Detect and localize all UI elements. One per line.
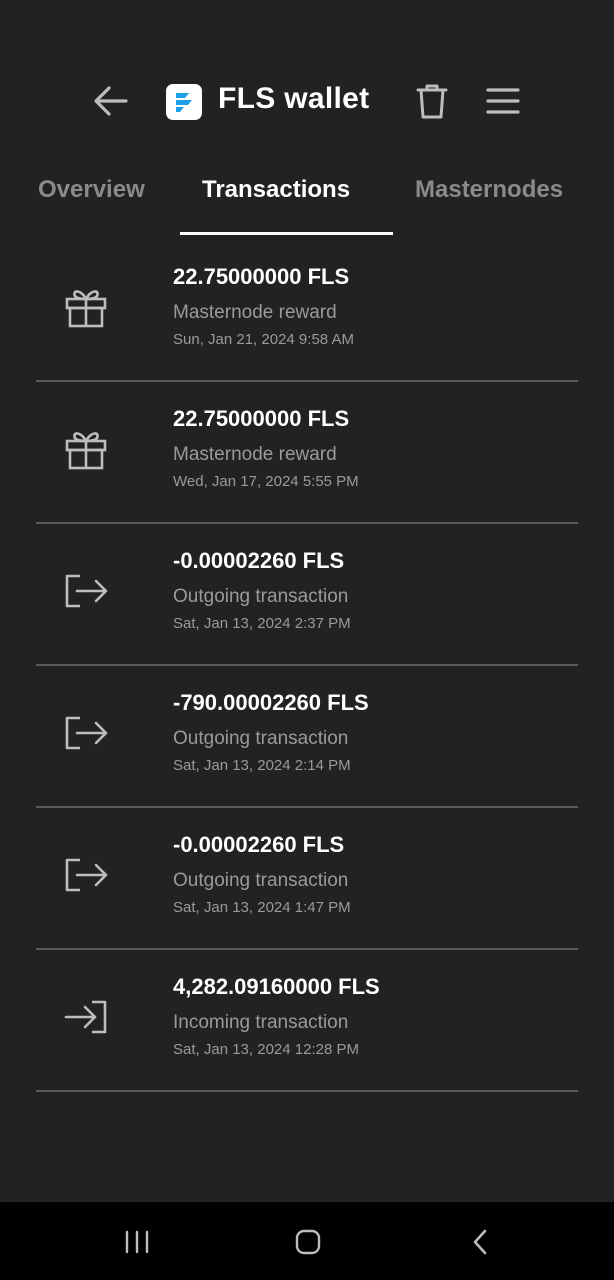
app-title: FLS wallet [218,82,370,115]
home-icon [295,1229,321,1255]
transaction-row[interactable]: -0.00002260 FLS Outgoing transaction Sat… [36,808,578,950]
tab-overview[interactable]: Overview [38,176,145,204]
transaction-amount: -0.00002260 FLS [173,832,345,857]
gift-icon [62,284,110,330]
transaction-row[interactable]: -790.00002260 FLS Outgoing transaction S… [36,666,578,808]
active-tab-indicator [180,232,393,235]
transaction-row[interactable]: 22.75000000 FLS Masternode reward Wed, J… [36,382,578,524]
transaction-amount: 22.75000000 FLS [173,264,350,289]
transaction-date: Sat, Jan 13, 2024 2:37 PM [173,615,351,632]
delete-button[interactable] [412,80,452,122]
app-screen: FLS wallet Overview Transactions Mastern… [0,0,614,1202]
recents-icon [125,1230,149,1254]
system-back-button[interactable] [456,1222,504,1262]
fls-logo-icon [166,84,202,120]
transaction-row[interactable]: 22.75000000 FLS Masternode reward Sun, J… [36,240,578,382]
transaction-type: Masternode reward [173,302,337,323]
menu-button[interactable] [482,82,524,120]
back-button[interactable] [90,82,132,120]
hamburger-menu-icon [486,88,520,114]
system-navigation-bar [0,1202,614,1280]
logout-arrow-icon [62,852,110,898]
gift-icon [62,426,110,472]
transaction-date: Wed, Jan 17, 2024 5:55 PM [173,473,359,490]
trash-icon [416,84,448,119]
tab-masternodes[interactable]: Masternodes [415,176,563,204]
logout-arrow-icon [62,568,110,614]
header: FLS wallet [0,70,614,132]
transaction-list: 22.75000000 FLS Masternode reward Sun, J… [36,240,578,1092]
recents-button[interactable] [113,1222,161,1262]
arrow-left-icon [94,86,128,116]
home-button[interactable] [284,1222,332,1262]
tab-transactions[interactable]: Transactions [202,176,350,204]
transaction-date: Sat, Jan 13, 2024 12:28 PM [173,1041,359,1058]
transaction-date: Sat, Jan 13, 2024 1:47 PM [173,899,351,916]
transaction-amount: 4,282.09160000 FLS [173,974,380,999]
login-arrow-icon [62,994,110,1040]
transaction-type: Outgoing transaction [173,586,349,607]
transaction-type: Incoming transaction [173,1012,349,1033]
nav-back-icon [473,1229,487,1255]
transaction-row[interactable]: -0.00002260 FLS Outgoing transaction Sat… [36,524,578,666]
tab-bar: Overview Transactions Masternodes [0,168,614,236]
transaction-type: Outgoing transaction [173,870,349,891]
transaction-amount: -0.00002260 FLS [173,548,345,573]
transaction-amount: 22.75000000 FLS [173,406,350,431]
transaction-type: Outgoing transaction [173,728,349,749]
transaction-date: Sat, Jan 13, 2024 2:14 PM [173,757,351,774]
transaction-date: Sun, Jan 21, 2024 9:58 AM [173,331,354,348]
transaction-row[interactable]: 4,282.09160000 FLS Incoming transaction … [36,950,578,1092]
transaction-amount: -790.00002260 FLS [173,690,369,715]
logout-arrow-icon [62,710,110,756]
transaction-type: Masternode reward [173,444,337,465]
